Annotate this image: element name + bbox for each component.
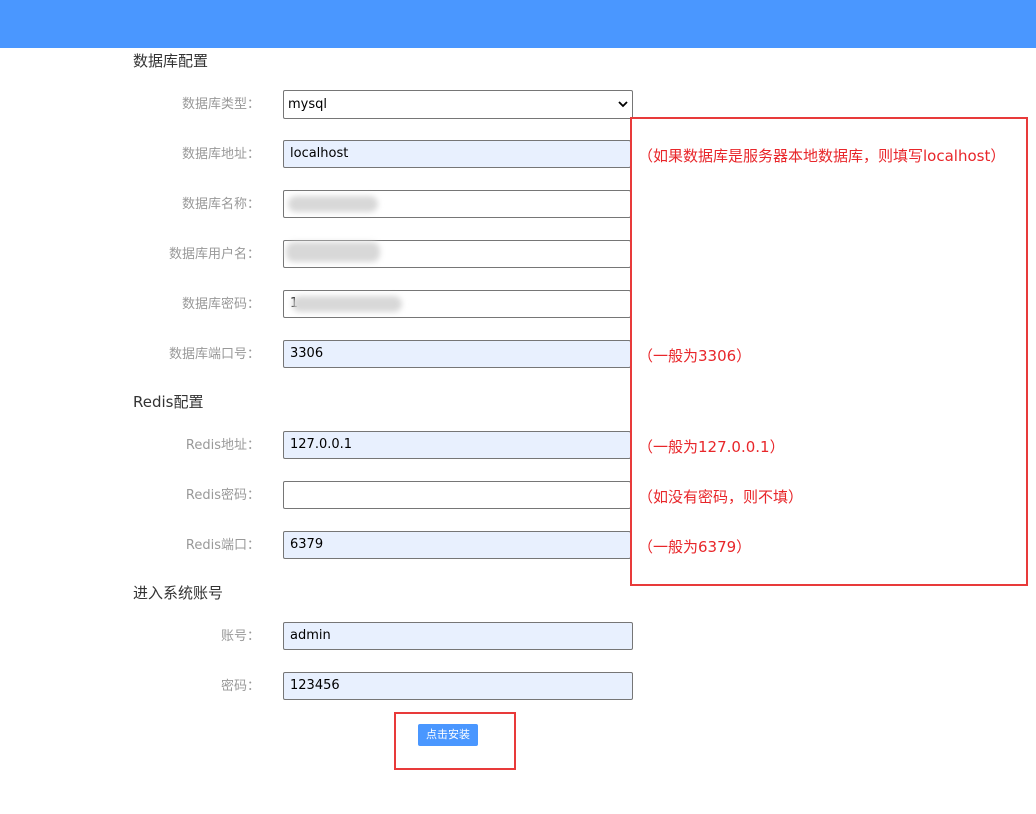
top-header-bar: [0, 0, 1036, 48]
annotation-box-install: [394, 712, 516, 770]
redacted-db-password: [292, 296, 402, 312]
redacted-db-name: [288, 196, 378, 212]
redis-port-input[interactable]: 6379: [283, 531, 631, 559]
account-password-input[interactable]: 123456: [283, 672, 633, 700]
redis-host-input[interactable]: 127.0.0.1: [283, 431, 631, 459]
label-redis-password: Redis密码：: [185, 488, 260, 503]
redis-password-input[interactable]: [283, 481, 631, 509]
label-db-host: 数据库地址：: [181, 147, 260, 162]
label-account-password: 密码：: [220, 679, 260, 694]
section-title-account: 进入系统账号: [133, 584, 224, 602]
label-account-user: 账号：: [220, 629, 260, 644]
db-port-input[interactable]: 3306: [283, 340, 631, 368]
annotation-box-notes: [630, 117, 1028, 586]
db-type-select[interactable]: mysql: [283, 90, 633, 119]
label-db-type: 数据库类型：: [181, 97, 260, 112]
label-db-user: 数据库用户名：: [168, 247, 260, 262]
section-title-database: 数据库配置: [133, 52, 209, 70]
label-db-name: 数据库名称：: [181, 197, 260, 212]
db-host-input[interactable]: localhost: [283, 140, 631, 168]
label-redis-host: Redis地址：: [185, 438, 260, 453]
section-title-redis: Redis配置: [133, 393, 204, 411]
label-redis-port: Redis端口：: [185, 538, 260, 553]
chevron-down-icon: [618, 101, 628, 108]
db-type-selected-value: mysql: [288, 97, 327, 112]
label-db-port: 数据库端口号：: [168, 347, 260, 362]
account-user-input[interactable]: admin: [283, 622, 633, 650]
label-db-password: 数据库密码：: [181, 297, 260, 312]
redacted-db-user: [286, 242, 380, 262]
